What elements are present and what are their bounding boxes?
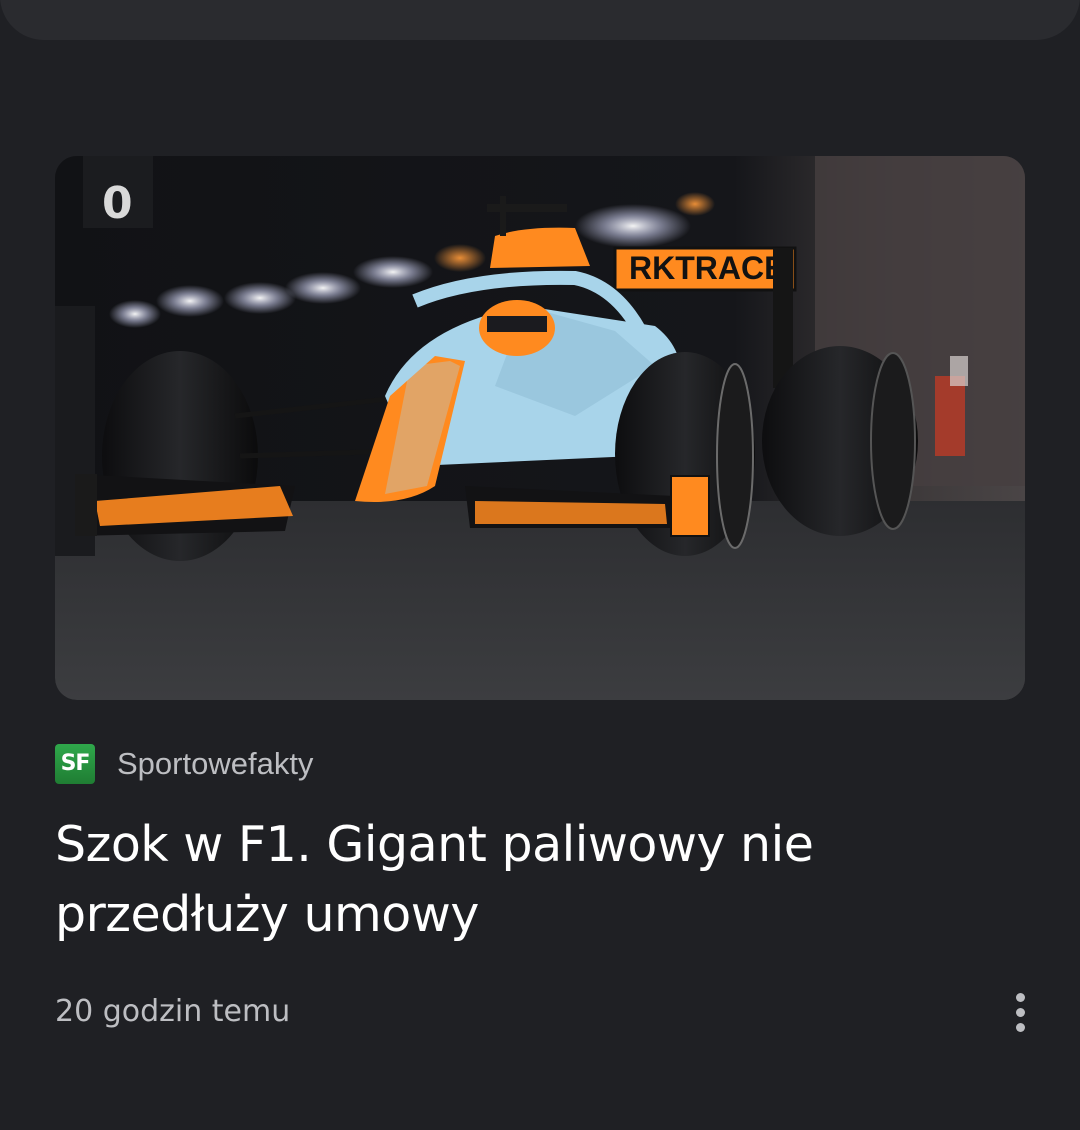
source-logo: SF — [55, 744, 95, 784]
article-timestamp: 20 godzin temu — [55, 994, 291, 1029]
rear-wing-text: RKTRACE — [629, 250, 785, 286]
source-row[interactable]: SF Sportowefakty — [55, 744, 314, 784]
more-options-button[interactable] — [996, 988, 1044, 1036]
previous-card-bottom[interactable] — [0, 0, 1080, 40]
source-name: Sportowefakty — [117, 746, 314, 781]
article-headline[interactable]: Szok w F1. Gigant paliwowy nie przedłuży… — [55, 810, 955, 950]
article-image[interactable]: 0 RKTRACE — [55, 156, 1025, 700]
f1-car-photo: 0 RKTRACE — [55, 156, 1025, 700]
tunnel-sign-text: 0 — [102, 178, 133, 229]
more-vert-icon — [1015, 992, 1025, 1002]
news-article-card[interactable]: 0 RKTRACE SF Sportowefakty Szok w F1. Gi… — [0, 100, 1080, 1130]
